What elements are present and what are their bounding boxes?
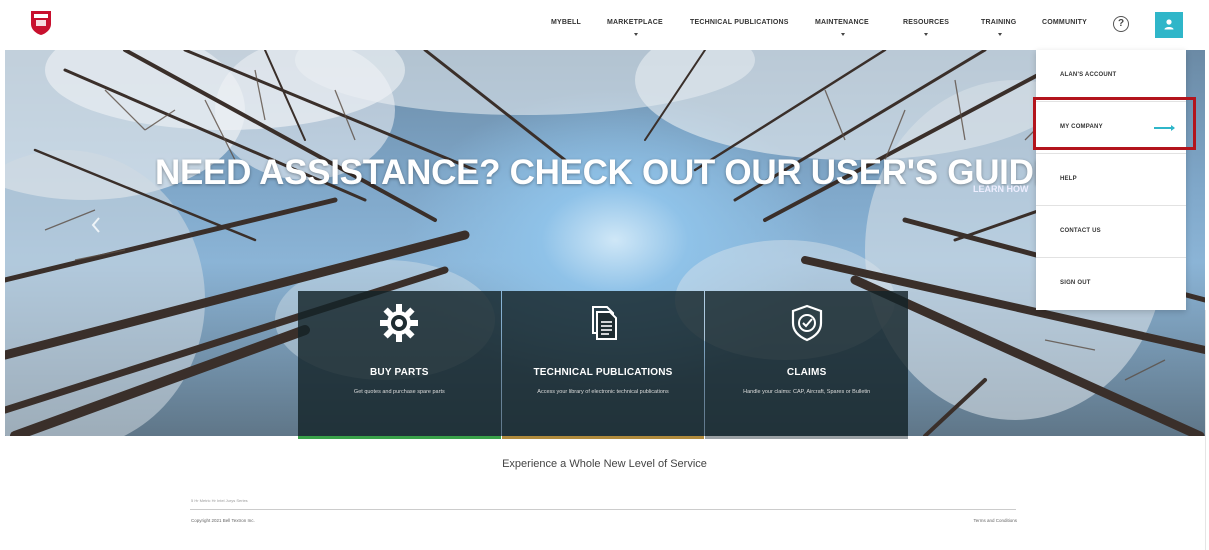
claims-desc: Handle your claims: CAP, Aircraft, Spare… [743,389,871,395]
nav-resources[interactable]: RESOURCES [903,19,949,26]
hero-learn-link[interactable]: LEARN HOW [973,184,1029,194]
nav-maintenance[interactable]: MAINTENANCE [815,19,869,26]
menu-item-contact-us[interactable]: CONTACT US [1036,206,1186,258]
menu-item-help[interactable]: HELP [1036,154,1186,206]
nav-marketplace-caret-icon[interactable] [634,33,638,36]
help-circle-icon[interactable]: ? [1113,16,1129,32]
technical-publications-card[interactable]: TECHNICAL PUBLICATIONS Access your libra… [501,291,705,439]
arrow-right-icon [1154,125,1175,131]
nav-community[interactable]: COMMUNITY [1042,19,1087,26]
nav-marketplace[interactable]: MARKETPLACE [607,19,663,26]
feature-cards: BUY PARTS Get quotes and purchase spare … [298,291,909,439]
claims-card[interactable]: CLAIMS Handle your claims: CAP, Aircraft… [705,291,909,439]
footer-small-text: 5 Hr Metric Hr Intel Jurys Series [191,498,248,503]
technical-publications-desc: Access your library of electronic techni… [537,389,669,395]
nav-technical-publications[interactable]: TECHNICAL PUBLICATIONS [690,19,789,26]
menu-item-sign-out-label: SIGN OUT [1060,280,1091,286]
buy-parts-accent-bar [298,436,501,439]
claims-title: CLAIMS [786,367,827,378]
nav-resources-caret-icon[interactable] [924,33,928,36]
tagline: Experience a Whole New Level of Service [502,458,707,470]
copyright-text: Copyright 2021 Bell Textron Inc. [191,518,255,523]
user-icon [1164,19,1174,30]
page-edge-divider [1205,310,1206,550]
gear-icon [380,304,419,342]
terms-link[interactable]: Terms and Conditions [973,518,1017,523]
footer-divider [190,509,1016,510]
buy-parts-title: BUY PARTS [370,367,429,378]
nav-training-caret-icon[interactable] [998,33,1002,36]
menu-item-account-label: ALAN'S ACCOUNT [1060,72,1117,78]
menu-item-account[interactable]: ALAN'S ACCOUNT [1036,50,1186,102]
top-header: MYBELL MARKETPLACE TECHNICAL PUBLICATION… [0,0,1209,50]
nav-mybell[interactable]: MYBELL [551,19,581,26]
menu-item-my-company-label: MY COMPANY [1060,124,1103,130]
nav-training[interactable]: TRAINING [981,19,1016,26]
shield-check-icon [791,304,822,342]
documents-icon [592,306,617,340]
menu-item-my-company[interactable]: MY COMPANY [1036,102,1186,154]
shield-logo-icon[interactable] [30,10,52,36]
hero-headline: NEED ASSISTANCE? CHECK OUT OUR USER'S GU… [155,153,1055,192]
menu-item-help-label: HELP [1060,176,1077,182]
technical-publications-title: TECHNICAL PUBLICATIONS [533,367,673,378]
user-dropdown-menu: ALAN'S ACCOUNT MY COMPANY HELP CONTACT U… [1036,50,1186,310]
claims-accent-bar [705,436,909,439]
technical-publications-accent-bar [501,436,705,439]
buy-parts-desc: Get quotes and purchase spare parts [353,389,445,395]
nav-maintenance-caret-icon[interactable] [841,33,845,36]
menu-item-contact-us-label: CONTACT US [1060,228,1101,234]
menu-item-sign-out[interactable]: SIGN OUT [1036,258,1186,310]
buy-parts-card[interactable]: BUY PARTS Get quotes and purchase spare … [298,291,501,439]
user-menu-button[interactable] [1155,12,1183,38]
